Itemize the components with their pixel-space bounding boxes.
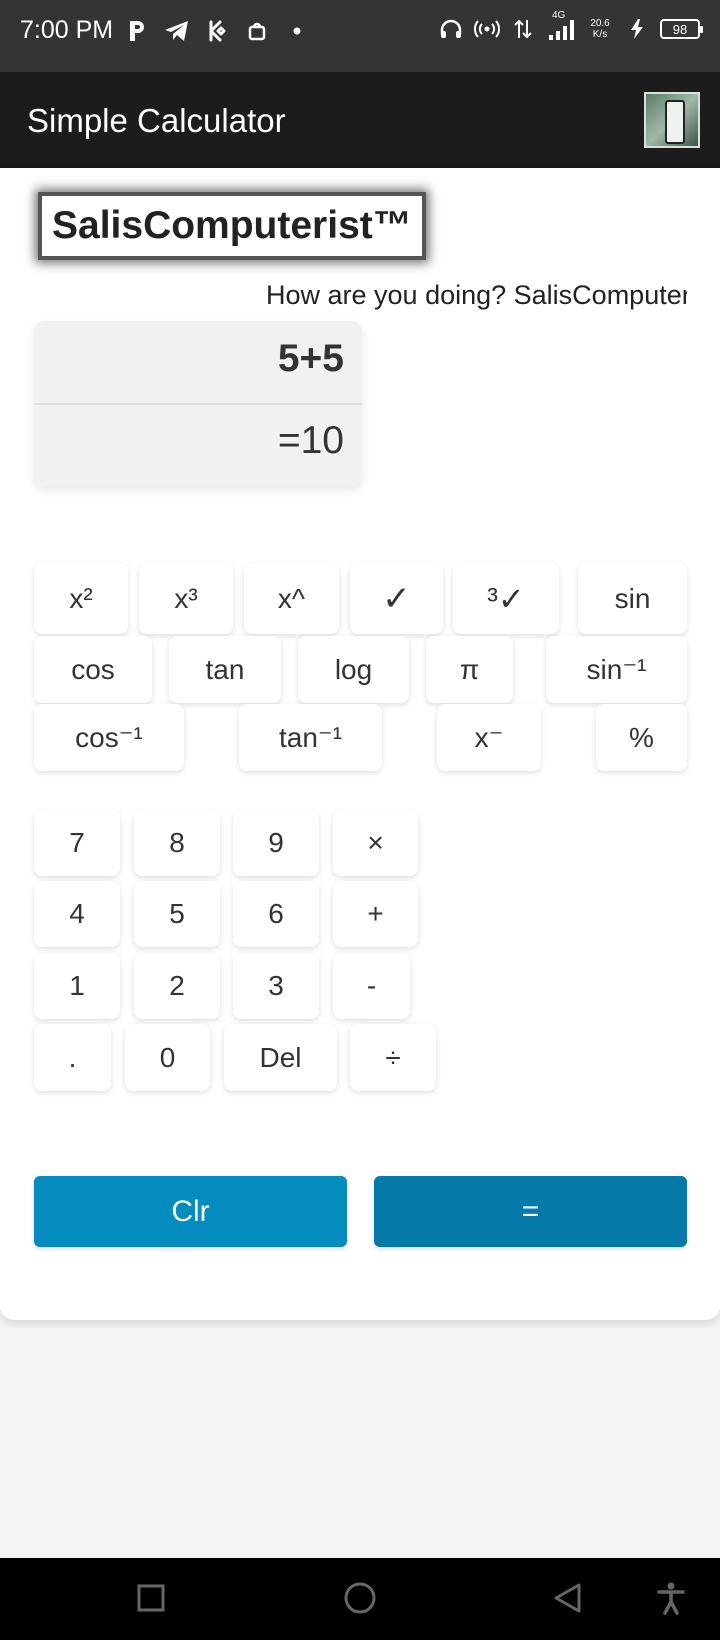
app-bar: Simple Calculator [0,72,720,168]
cube-root-key[interactable]: ³✓ [453,563,559,634]
back-button[interactable] [547,1578,587,1618]
telegram-icon [164,18,190,44]
status-bar: 7:00 PM 4G 20.6 K/s 98 [0,0,720,72]
status-time: 7:00 PM [20,16,114,44]
calculator-display: 5+5 =10 [34,321,362,486]
arcsin-key[interactable]: sin⁻¹ [546,636,687,703]
add-key[interactable]: + [333,881,418,947]
pi-key[interactable]: π [426,636,513,703]
profile-image[interactable] [644,92,700,148]
digit-6-key[interactable]: 6 [233,881,319,947]
inverse-key[interactable]: x⁻ [437,704,541,771]
hotspot-icon [474,16,500,42]
sin-key[interactable]: sin [578,563,687,634]
navigation-bar [0,1558,720,1640]
square-root-key[interactable]: ✓ [350,563,443,634]
calculator-card: SalisComputerist™ How are you doing? Sal… [0,168,720,1320]
multiply-key[interactable]: × [333,810,418,876]
brand-name: SalisComputerist™ [38,192,426,260]
arctan-key[interactable]: tan⁻¹ [239,704,382,771]
parking-app-icon [124,18,150,44]
cube-key[interactable]: x³ [139,563,233,634]
square-key[interactable]: x² [34,563,128,634]
percent-key[interactable]: % [596,704,687,771]
recent-apps-button[interactable] [131,1578,171,1618]
kucoin-icon [204,18,230,44]
network-speed-value: 20.6 [590,18,610,29]
accessibility-icon [657,1582,685,1615]
battery-icon: 98 [660,19,703,39]
equals-button[interactable]: = [374,1176,687,1247]
system-icons: 4G 20.6 K/s 98 [438,10,703,42]
digit-3-key[interactable]: 3 [233,953,319,1019]
charging-icon [624,16,650,42]
signal-4g-icon: 4G [546,10,576,42]
result-display: =10 [277,419,344,462]
delete-key[interactable]: Del [224,1024,337,1091]
more-notifications-dot-icon [284,18,310,44]
subtract-key[interactable]: - [333,953,410,1019]
greeting-marquee: How are you doing? SalisComputerist [266,280,687,320]
digit-1-key[interactable]: 1 [34,953,120,1019]
expression-display: 5+5 [277,337,344,380]
log-key[interactable]: log [298,636,409,703]
power-key[interactable]: x^ [244,563,339,634]
digit-0-key[interactable]: 0 [125,1024,210,1091]
greeting-text: How are you doing? SalisComputerist [266,280,687,310]
network-type-label: 4G [552,10,566,21]
digit-8-key[interactable]: 8 [134,810,220,876]
display-divider [34,403,362,405]
digit-9-key[interactable]: 9 [233,810,319,876]
square-icon [137,1584,165,1612]
headphones-icon [438,16,464,42]
network-speed: 20.6 K/s [586,18,614,40]
home-button[interactable] [340,1578,380,1618]
clear-button[interactable]: Clr [34,1176,347,1247]
digit-2-key[interactable]: 2 [134,953,220,1019]
digit-5-key[interactable]: 5 [134,881,220,947]
arccos-key[interactable]: cos⁻¹ [34,704,184,771]
notification-icons [124,18,310,44]
cos-key[interactable]: cos [34,636,152,703]
data-transfer-icon [510,16,536,42]
circle-icon [344,1582,376,1614]
app-title: Simple Calculator [27,102,286,139]
accessibility-button[interactable] [651,1578,691,1618]
divide-key[interactable]: ÷ [350,1024,436,1091]
tan-key[interactable]: tan [169,636,281,703]
digit-7-key[interactable]: 7 [34,810,120,876]
network-speed-unit: K/s [592,29,608,40]
back-triangle-icon [554,1583,581,1613]
shop-icon [244,18,270,44]
digit-4-key[interactable]: 4 [34,881,120,947]
decimal-point-key[interactable]: . [34,1024,111,1091]
